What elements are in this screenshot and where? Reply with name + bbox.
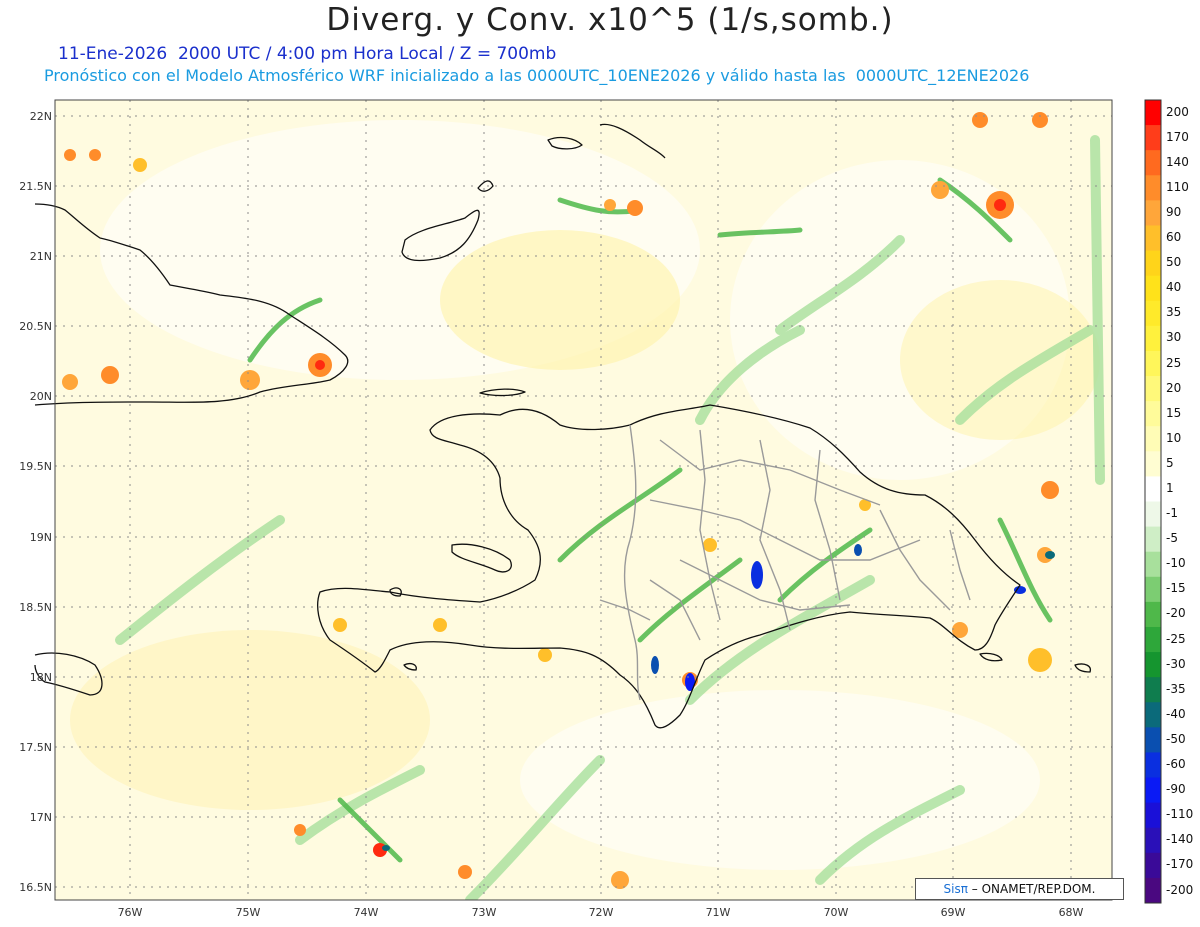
lon-label: 76W <box>118 906 143 919</box>
colorbar-swatch <box>1145 852 1161 879</box>
credit-text: – ONAMET/REP.DOM. <box>971 882 1096 896</box>
colorbar-swatch <box>1145 702 1161 728</box>
colorbar-label: -90 <box>1166 782 1186 797</box>
colorbar-label: 40 <box>1166 280 1182 295</box>
colorbar-label: -5 <box>1166 531 1178 546</box>
colorbar-label: 110 <box>1166 179 1189 194</box>
colorbar-label: 35 <box>1166 305 1182 320</box>
lon-label: 75W <box>236 906 261 919</box>
colorbar-label: -35 <box>1166 681 1186 696</box>
colorbar-swatch <box>1145 350 1161 377</box>
lat-label: 20N <box>30 390 52 403</box>
colorbar-swatch <box>1145 300 1161 327</box>
colorbar-label: -140 <box>1166 832 1194 847</box>
lon-axis: 76W 75W 74W 73W 72W 71W 70W 69W 68W <box>118 906 1084 919</box>
lat-label: 21N <box>30 250 52 263</box>
colorbar-swatch <box>1145 652 1161 678</box>
map-canvas: 22N 21.5N 21N 20.5N 20N 19.5N 19N 18.5N … <box>19 99 1162 919</box>
colorbar-swatch <box>1145 275 1161 302</box>
lon-label: 72W <box>589 906 614 919</box>
colorbar-swatch <box>1145 802 1161 829</box>
colorbar-label: 20 <box>1166 380 1182 395</box>
lon-label: 73W <box>472 906 497 919</box>
colorbar-label: 60 <box>1166 230 1182 244</box>
colorbar-label: 140 <box>1166 154 1189 169</box>
lat-label: 17N <box>30 811 52 824</box>
colorbar-swatch <box>1145 125 1161 151</box>
colorbar-swatch <box>1145 325 1161 352</box>
lat-label: 22N <box>30 110 52 123</box>
lat-label: 20.5N <box>19 320 52 333</box>
colorbar-swatch <box>1145 626 1161 653</box>
lat-axis: 22N 21.5N 21N 20.5N 20N 19.5N 19N 18.5N … <box>19 110 52 894</box>
colorbar-label: -40 <box>1166 706 1186 721</box>
colorbar-swatch <box>1145 376 1161 402</box>
colorbar-swatch <box>1145 426 1161 452</box>
lon-label: 69W <box>941 906 966 919</box>
colorbar-swatch <box>1145 677 1161 703</box>
colorbar-label: -15 <box>1166 581 1186 596</box>
colorbar-swatch <box>1145 451 1161 477</box>
colorbar-swatch <box>1145 601 1161 628</box>
colorbar-swatch <box>1145 576 1161 603</box>
colorbar-label: -30 <box>1166 656 1186 671</box>
lat-label: 18N <box>30 671 52 684</box>
colorbar-swatch <box>1145 476 1161 502</box>
colorbar-swatch <box>1145 175 1161 201</box>
sispi-logo: Sisπ <box>943 882 968 896</box>
colorbar-swatch <box>1145 526 1161 553</box>
colorbar-label: -60 <box>1166 757 1186 771</box>
lat-label: 19N <box>30 531 52 544</box>
colorbar-swatch <box>1145 752 1161 779</box>
colorbar-label: 30 <box>1166 330 1182 345</box>
lon-label: 70W <box>824 906 849 919</box>
colorbar-label: -20 <box>1166 606 1186 621</box>
colorbar-swatch <box>1145 551 1161 578</box>
colorbar-label: 25 <box>1166 355 1182 370</box>
colorbar-swatch <box>1145 727 1161 753</box>
colorbar-swatch <box>1145 100 1161 126</box>
colorbar-label: 15 <box>1166 405 1182 420</box>
colorbar-label: -170 <box>1166 857 1194 872</box>
colorbar-label: -200 <box>1166 882 1194 897</box>
lat-label: 19.5N <box>19 460 52 473</box>
lon-label: 74W <box>354 906 379 919</box>
colorbar-label: 5 <box>1166 455 1174 470</box>
colorbar-label: 1 <box>1166 481 1174 495</box>
credit-box: Sisπ – ONAMET/REP.DOM. <box>915 878 1124 900</box>
colorbar-swatch <box>1145 200 1161 226</box>
colorbar-swatch <box>1145 877 1161 904</box>
colorbar-swatch <box>1145 827 1161 854</box>
lat-label: 18.5N <box>19 601 52 614</box>
colorbar-label: 200 <box>1166 104 1189 119</box>
colorbar-label: 10 <box>1166 430 1182 445</box>
colorbar-swatch <box>1145 777 1161 804</box>
lon-label: 71W <box>706 906 731 919</box>
lat-label: 16.5N <box>19 881 52 894</box>
colorbar-swatch <box>1145 501 1161 528</box>
colorbar-label: -50 <box>1166 731 1186 746</box>
colorbar-label: 50 <box>1166 255 1182 270</box>
colorbar-label: 170 <box>1166 129 1189 144</box>
colorbar-swatch <box>1145 401 1161 427</box>
colorbar-swatch <box>1145 225 1161 252</box>
colorbar-swatch <box>1145 150 1161 176</box>
colorbar-swatch <box>1145 250 1161 277</box>
colorbar-label: 90 <box>1166 204 1182 219</box>
colorbar-label: -10 <box>1166 556 1186 571</box>
colorbar-label: -110 <box>1166 807 1194 822</box>
lat-label: 21.5N <box>19 180 52 193</box>
lat-label: 17.5N <box>19 741 52 754</box>
lon-label: 68W <box>1059 906 1084 919</box>
colorbar <box>1144 99 1162 904</box>
colorbar-label: -1 <box>1166 506 1178 520</box>
colorbar-label: -25 <box>1166 631 1186 646</box>
